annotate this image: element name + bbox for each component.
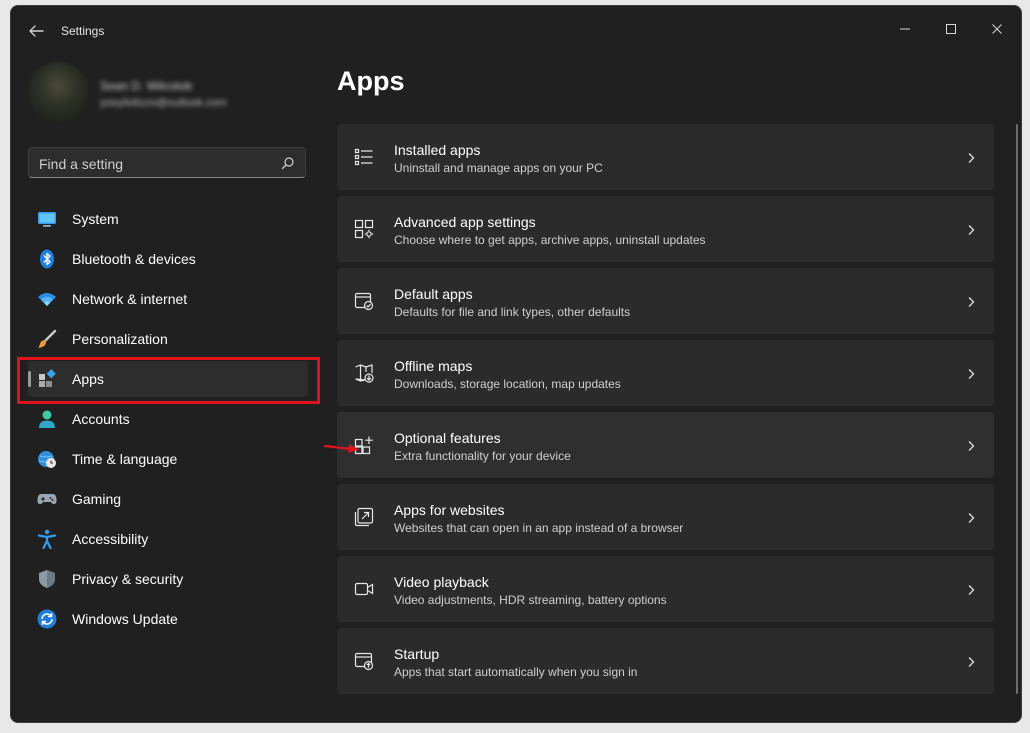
chevron-right-icon — [966, 295, 976, 307]
shield-icon — [37, 569, 57, 589]
card-advanced-app-settings[interactable]: Advanced app settings Choose where to ge… — [337, 196, 994, 262]
card-subtitle: Extra functionality for your device — [394, 449, 571, 463]
sidebar-item-gaming[interactable]: Gaming — [28, 481, 308, 517]
profile-email: yoeyliolizzo@outlook.com — [100, 97, 227, 109]
sidebar-item-label: Gaming — [72, 491, 122, 507]
sidebar-item-label: Accessibility — [72, 531, 149, 547]
back-arrow-icon[interactable] — [25, 20, 47, 42]
profile-name: Sean D. Wilcolob — [100, 79, 193, 93]
annotation-arrow-icon — [323, 440, 363, 456]
search-input[interactable] — [29, 148, 281, 179]
sidebar-item-label: Accounts — [72, 411, 130, 427]
card-optional-features[interactable]: Optional features Extra functionality fo… — [337, 412, 994, 478]
maximize-icon — [946, 24, 956, 34]
app-settings-icon — [354, 219, 374, 239]
card-title: Video playback — [394, 574, 489, 590]
avatar — [28, 62, 88, 122]
list-icon — [354, 147, 374, 167]
sidebar-item-label: Windows Update — [72, 611, 178, 627]
chevron-right-icon — [966, 439, 976, 451]
startup-icon — [354, 651, 374, 671]
brush-icon — [37, 329, 57, 349]
card-subtitle: Uninstall and manage apps on your PC — [394, 161, 603, 175]
card-default-apps[interactable]: Default apps Defaults for file and link … — [337, 268, 994, 334]
sidebar-item-time-language[interactable]: Time & language — [28, 441, 308, 477]
wifi-icon — [37, 289, 57, 309]
sidebar-item-windows-update[interactable]: Windows Update — [28, 601, 308, 637]
monitor-icon — [37, 209, 57, 229]
sidebar-item-label: System — [72, 211, 119, 227]
card-subtitle: Downloads, storage location, map updates — [394, 377, 621, 391]
card-subtitle: Websites that can open in an app instead… — [394, 521, 684, 535]
chevron-right-icon — [966, 511, 976, 523]
map-download-icon — [354, 363, 374, 383]
card-offline-maps[interactable]: Offline maps Downloads, storage location… — [337, 340, 994, 406]
bluetooth-icon — [37, 249, 57, 269]
gamepad-icon — [37, 489, 57, 509]
card-title: Offline maps — [394, 358, 473, 374]
minimize-icon — [900, 28, 910, 30]
card-installed-apps[interactable]: Installed apps Uninstall and manage apps… — [337, 124, 994, 190]
sidebar-item-label: Privacy & security — [72, 571, 184, 587]
scrollbar[interactable] — [1016, 124, 1018, 694]
card-video-playback[interactable]: Video playback Video adjustments, HDR st… — [337, 556, 994, 622]
sidebar-item-label: Network & internet — [72, 291, 188, 307]
settings-window: Settings Sean D. Wilcolob yoeyliolizzo@o… — [10, 5, 1022, 723]
sidebar-item-label: Time & language — [72, 451, 178, 467]
sidebar-item-personalization[interactable]: Personalization — [28, 321, 308, 357]
update-icon — [37, 609, 57, 629]
card-title: Optional features — [394, 430, 501, 446]
chevron-right-icon — [966, 151, 976, 163]
sidebar-item-bluetooth[interactable]: Bluetooth & devices — [28, 241, 308, 277]
default-apps-icon — [354, 291, 374, 311]
user-profile[interactable]: Sean D. Wilcolob yoeyliolizzo@outlook.co… — [28, 62, 318, 126]
search-icon[interactable] — [281, 156, 295, 170]
card-title: Installed apps — [394, 142, 481, 158]
open-in-app-icon — [354, 507, 374, 527]
chevron-right-icon — [966, 583, 976, 595]
sidebar-item-label: Personalization — [72, 331, 168, 347]
card-subtitle: Apps that start automatically when you s… — [394, 665, 638, 679]
search-box[interactable] — [28, 147, 306, 179]
card-subtitle: Video adjustments, HDR streaming, batter… — [394, 593, 667, 607]
close-icon — [992, 24, 1002, 34]
annotation-highlight-box — [17, 357, 320, 404]
title-bar: Settings — [11, 6, 1021, 54]
close-button[interactable] — [977, 14, 1017, 44]
chevron-right-icon — [966, 655, 976, 667]
chevron-right-icon — [966, 223, 976, 235]
card-title: Advanced app settings — [394, 214, 536, 230]
sidebar-item-privacy[interactable]: Privacy & security — [28, 561, 308, 597]
card-startup[interactable]: Startup Apps that start automatically wh… — [337, 628, 994, 694]
window-title: Settings — [61, 24, 105, 38]
sidebar-item-network[interactable]: Network & internet — [28, 281, 308, 317]
minimize-button[interactable] — [885, 14, 925, 44]
settings-list: Installed apps Uninstall and manage apps… — [337, 124, 994, 700]
maximize-button[interactable] — [931, 14, 971, 44]
sidebar-nav: System Bluetooth & devices Network & int… — [28, 201, 308, 641]
accessibility-icon — [37, 529, 57, 550]
card-apps-for-websites[interactable]: Apps for websites Websites that can open… — [337, 484, 994, 550]
chevron-right-icon — [966, 367, 976, 379]
card-title: Startup — [394, 646, 440, 662]
card-subtitle: Choose where to get apps, archive apps, … — [394, 233, 706, 247]
person-icon — [37, 409, 57, 429]
card-title: Apps for websites — [394, 502, 505, 518]
sidebar-item-system[interactable]: System — [28, 201, 308, 237]
page-title: Apps — [337, 66, 405, 96]
card-subtitle: Defaults for file and link types, other … — [394, 305, 631, 319]
globe-clock-icon — [37, 449, 57, 469]
sidebar-item-accessibility[interactable]: Accessibility — [28, 521, 308, 557]
card-title: Default apps — [394, 286, 473, 302]
video-icon — [354, 579, 374, 599]
sidebar-item-label: Bluetooth & devices — [72, 251, 196, 267]
sidebar-item-accounts[interactable]: Accounts — [28, 401, 308, 437]
